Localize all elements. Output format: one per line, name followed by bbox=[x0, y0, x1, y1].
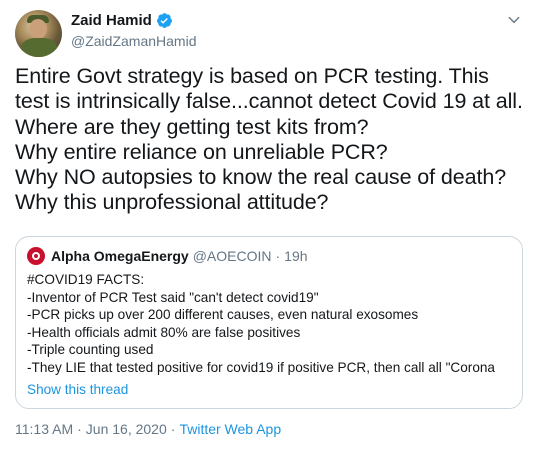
quoted-tweet-header: Alpha OmegaEnergy @AOECOIN · 19h bbox=[27, 247, 308, 265]
author-display-name[interactable]: Zaid Hamid bbox=[71, 12, 152, 29]
tweet-card: Zaid Hamid @ZaidZamanHamid Entire Govt s… bbox=[0, 0, 536, 453]
author-handle[interactable]: @ZaidZamanHamid bbox=[71, 33, 196, 49]
tweet-meta: 11:13 AM · Jun 16, 2020 · Twitter Web Ap… bbox=[15, 421, 281, 437]
author-avatar[interactable] bbox=[15, 10, 62, 57]
quoted-author-name: Alpha OmegaEnergy bbox=[51, 248, 189, 264]
quoted-separator: · bbox=[275, 248, 281, 264]
quoted-age: 19h bbox=[284, 248, 308, 264]
author-name-row: Zaid Hamid bbox=[71, 12, 173, 29]
meta-separator: · bbox=[77, 421, 82, 437]
quoted-author-handle: @AOECOIN bbox=[192, 248, 272, 264]
tweet-date[interactable]: Jun 16, 2020 bbox=[86, 421, 167, 437]
quoted-tweet[interactable]: Alpha OmegaEnergy @AOECOIN · 19h #COVID1… bbox=[15, 236, 523, 409]
quoted-tweet-text: #COVID19 FACTS: -Inventor of PCR Test sa… bbox=[27, 272, 495, 375]
show-thread-link[interactable]: Show this thread bbox=[27, 382, 128, 397]
tweet-time[interactable]: 11:13 AM bbox=[15, 421, 73, 437]
chevron-down-icon[interactable] bbox=[507, 13, 521, 27]
verified-badge-icon bbox=[156, 13, 172, 28]
tweet-source-link[interactable]: Twitter Web App bbox=[179, 421, 281, 437]
quoted-author-avatar bbox=[27, 247, 45, 265]
tweet-text: Entire Govt strategy is based on PCR tes… bbox=[15, 64, 523, 215]
meta-separator: · bbox=[170, 421, 176, 437]
